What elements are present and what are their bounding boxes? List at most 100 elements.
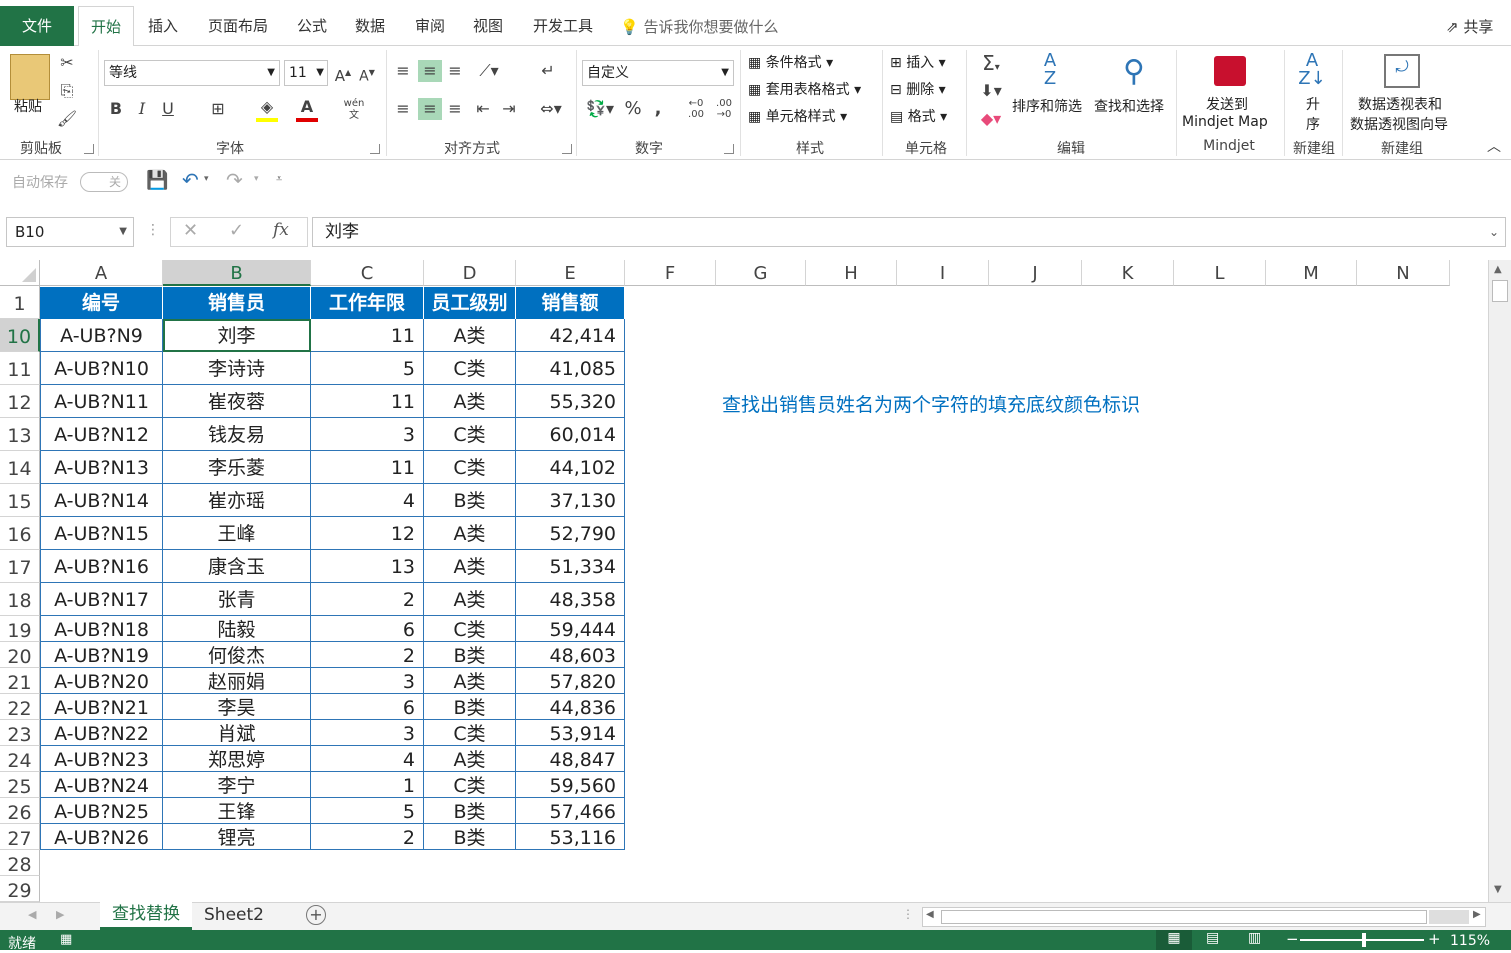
tab-file[interactable]: 文件 — [0, 6, 74, 46]
format-as-table-button[interactable]: ▦ 套用表格格式 ▾ — [748, 79, 861, 99]
tab-page-layout[interactable]: 页面布局 — [198, 6, 278, 46]
table-cell-name[interactable]: 李昊 — [163, 694, 311, 720]
align-left-icon[interactable]: ≡ — [392, 98, 414, 120]
sort-filter-icon[interactable]: AZ — [1030, 52, 1070, 92]
table-cell-sales[interactable]: 37,130 — [516, 484, 625, 517]
name-box[interactable]: B10 ▼ — [6, 217, 134, 247]
zoom-level[interactable]: 115% — [1450, 933, 1490, 949]
table-cell-level[interactable]: A类 — [424, 668, 516, 694]
undo-icon[interactable]: ↶ — [182, 168, 199, 192]
table-cell-years[interactable]: 5 — [311, 798, 424, 824]
table-cell-id[interactable]: A-UB?N20 — [40, 668, 163, 694]
table-cell-years[interactable]: 3 — [311, 418, 424, 451]
table-header-cell[interactable]: 工作年限 — [311, 287, 424, 319]
drag-handle-icon[interactable]: ⋮ — [146, 222, 160, 238]
table-cell-level[interactable]: A类 — [424, 319, 516, 352]
cell-styles-button[interactable]: ▦ 单元格样式 ▾ — [748, 106, 847, 126]
scroll-right-icon[interactable]: ▶ — [1473, 909, 1481, 920]
shrink-font-icon[interactable]: A▼ — [358, 62, 376, 88]
table-cell-sales[interactable]: 59,444 — [516, 616, 625, 642]
font-size-select[interactable]: 11 ▼ — [284, 60, 328, 86]
macro-record-icon[interactable]: ▦ — [60, 932, 72, 947]
clipboard-launcher-icon[interactable] — [84, 144, 94, 154]
row-header[interactable]: 28 — [0, 850, 40, 876]
table-cell-sales[interactable]: 57,820 — [516, 668, 625, 694]
underline-button[interactable]: U — [158, 98, 178, 120]
decrease-decimal-icon[interactable]: .00 →0 — [712, 98, 736, 120]
table-cell-id[interactable]: A-UB?N23 — [40, 746, 163, 772]
table-cell-level[interactable]: C类 — [424, 451, 516, 484]
table-cell-name[interactable]: 刘李 — [163, 319, 311, 352]
table-cell-id[interactable]: A-UB?N25 — [40, 798, 163, 824]
row-header[interactable]: 15 — [0, 484, 40, 517]
table-cell-id[interactable]: A-UB?N12 — [40, 418, 163, 451]
table-cell-name[interactable]: 李宁 — [163, 772, 311, 798]
undo-dropdown-icon[interactable]: ▾ — [204, 174, 209, 184]
merge-center-icon[interactable]: ⇔▾ — [536, 98, 566, 120]
table-cell-years[interactable]: 4 — [311, 484, 424, 517]
column-header[interactable]: N — [1357, 260, 1450, 286]
normal-view-icon[interactable]: ▦ — [1156, 930, 1192, 950]
table-cell-id[interactable]: A-UB?N16 — [40, 550, 163, 583]
table-cell-sales[interactable]: 48,603 — [516, 642, 625, 668]
table-cell-sales[interactable]: 60,014 — [516, 418, 625, 451]
table-cell-years[interactable]: 6 — [311, 616, 424, 642]
table-cell-years[interactable]: 2 — [311, 824, 424, 850]
table-cell-years[interactable]: 6 — [311, 694, 424, 720]
insert-cells-button[interactable]: ⊞ 插入 ▾ — [890, 52, 946, 72]
pivot-wizard-button[interactable]: 数据透视表和 — [1358, 94, 1442, 114]
format-cells-button[interactable]: ▤ 格式 ▾ — [890, 106, 947, 126]
row-header[interactable]: 18 — [0, 583, 40, 616]
row-header[interactable]: 29 — [0, 876, 40, 902]
cut-icon[interactable]: ✂ — [56, 52, 78, 74]
table-cell-level[interactable]: A类 — [424, 550, 516, 583]
tab-split-handle-icon[interactable]: ⋮ — [902, 907, 914, 921]
find-select-button[interactable]: 查找和选择 — [1094, 96, 1164, 116]
table-cell-sales[interactable]: 57,466 — [516, 798, 625, 824]
row-header[interactable]: 22 — [0, 694, 40, 720]
table-cell-sales[interactable]: 52,790 — [516, 517, 625, 550]
table-cell-name[interactable]: 王峰 — [163, 517, 311, 550]
table-cell-name[interactable]: 肖斌 — [163, 720, 311, 746]
redo-icon[interactable]: ↷ — [226, 168, 243, 192]
customize-qat-icon[interactable]: ⩡ — [276, 172, 282, 186]
sort-filter-button[interactable]: 排序和筛选 — [1012, 96, 1082, 116]
format-painter-icon[interactable]: 🖌 — [56, 108, 78, 130]
table-cell-level[interactable]: A类 — [424, 583, 516, 616]
table-cell-level[interactable]: A类 — [424, 385, 516, 418]
formula-input[interactable]: 刘李 ⌄ — [312, 217, 1506, 247]
tab-formulas[interactable]: 公式 — [288, 6, 336, 46]
zoom-in-icon[interactable]: + — [1428, 930, 1441, 948]
add-sheet-icon[interactable]: + — [306, 905, 326, 925]
save-icon[interactable]: 💾 — [146, 170, 168, 191]
row-header[interactable]: 24 — [0, 746, 40, 772]
autosave-toggle[interactable]: 关 — [80, 172, 128, 192]
table-cell-years[interactable]: 5 — [311, 352, 424, 385]
alignment-launcher-icon[interactable] — [562, 144, 572, 154]
table-cell-level[interactable]: A类 — [424, 746, 516, 772]
collapse-ribbon-icon[interactable]: ︿ — [1484, 136, 1504, 158]
column-header[interactable]: L — [1174, 260, 1266, 286]
bold-button[interactable]: B — [106, 98, 126, 120]
row-header[interactable]: 13 — [0, 418, 40, 451]
share-button[interactable]: ⇗ 共享 — [1446, 16, 1493, 37]
font-name-select[interactable]: 等线 ▼ — [104, 60, 280, 86]
table-cell-id[interactable]: A-UB?N22 — [40, 720, 163, 746]
table-cell-level[interactable]: C类 — [424, 772, 516, 798]
table-cell-id[interactable]: A-UB?N19 — [40, 642, 163, 668]
column-header[interactable]: B — [163, 260, 311, 286]
tab-insert[interactable]: 插入 — [140, 6, 186, 46]
row-header[interactable]: 27 — [0, 824, 40, 850]
row-header[interactable]: 21 — [0, 668, 40, 694]
table-cell-years[interactable]: 11 — [311, 451, 424, 484]
select-all-corner[interactable] — [0, 260, 40, 286]
column-header[interactable]: K — [1082, 260, 1174, 286]
column-header[interactable]: J — [989, 260, 1082, 286]
table-cell-sales[interactable]: 55,320 — [516, 385, 625, 418]
table-cell-sales[interactable]: 44,102 — [516, 451, 625, 484]
table-header-cell[interactable]: 编号 — [40, 287, 163, 319]
sheet-tab-active[interactable]: 查找替换 — [100, 902, 192, 930]
table-cell-name[interactable]: 李乐菱 — [163, 451, 311, 484]
italic-button[interactable]: I — [132, 98, 152, 120]
table-cell-years[interactable]: 3 — [311, 668, 424, 694]
